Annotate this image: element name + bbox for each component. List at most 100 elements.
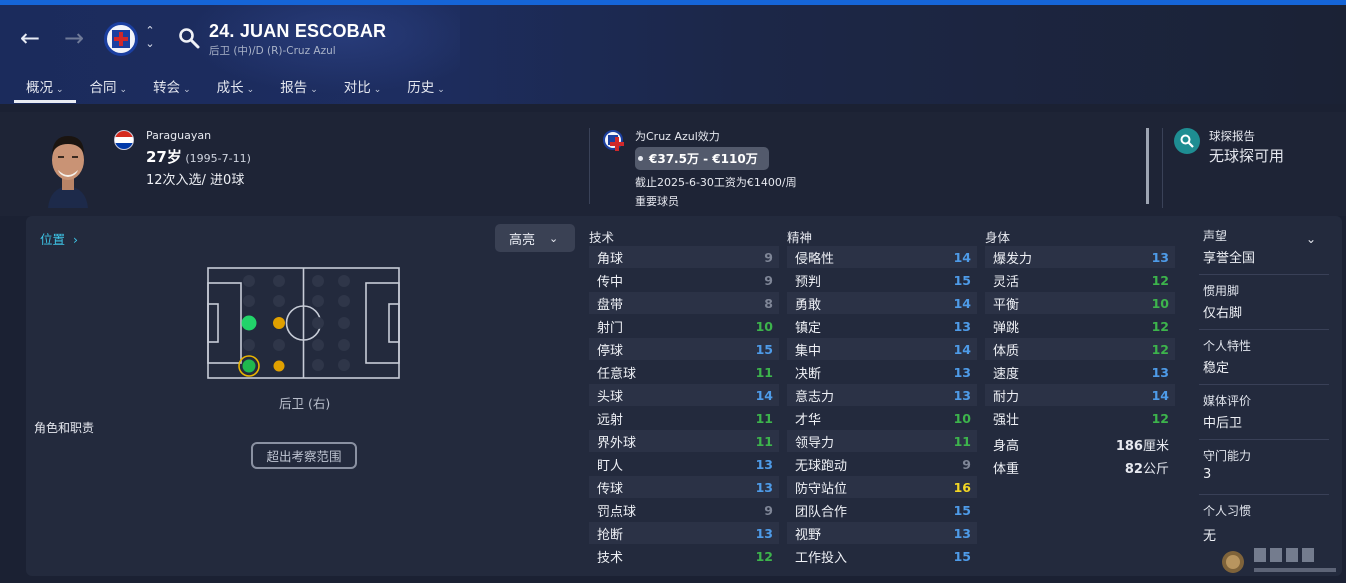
header-bar: ← → ⌃ ⌄ 24. JUAN ESCOBAR 后卫 (中)/D (R)-Cru… bbox=[0, 5, 1346, 104]
attribute-name: 才华 bbox=[795, 412, 822, 428]
media-description-value: 中后卫 bbox=[1203, 416, 1243, 431]
attribute-name: 决断 bbox=[795, 366, 822, 382]
attribute-row[interactable]: 任意球 11 bbox=[589, 361, 779, 383]
goalkeeping-value: 3 bbox=[1203, 467, 1212, 482]
attribute-row[interactable]: 强壮 12 bbox=[985, 407, 1175, 429]
scout-report-title: 球探报告 bbox=[1209, 129, 1255, 143]
player-photo[interactable] bbox=[38, 126, 98, 208]
attribute-row[interactable]: 工作投入 15 bbox=[787, 545, 977, 567]
tab-label: 合同 bbox=[89, 80, 117, 96]
back-arrow-icon[interactable]: ← bbox=[15, 23, 45, 53]
attribute-name: 盘带 bbox=[597, 297, 624, 313]
tab-transfer[interactable]: 转会 ⌄ bbox=[141, 73, 203, 103]
attribute-row[interactable]: 弹跳 12 bbox=[985, 315, 1175, 337]
attribute-row[interactable]: 团队合作 15 bbox=[787, 499, 977, 521]
attribute-row[interactable]: 灵活 12 bbox=[985, 269, 1175, 291]
attribute-value: 14 bbox=[953, 341, 971, 357]
player-info-bar: Paraguayan 27岁 (1995-7-11) 12次入选/ 进0球 为C… bbox=[0, 112, 1346, 216]
attribute-name: 侵略性 bbox=[795, 251, 835, 267]
forward-arrow-icon[interactable]: → bbox=[59, 23, 89, 53]
tab-compare[interactable]: 对比 ⌄ bbox=[332, 73, 394, 103]
attribute-name: 预判 bbox=[795, 274, 822, 290]
attribute-row[interactable]: 停球 15 bbox=[589, 338, 779, 360]
physical-header: 身体 bbox=[985, 230, 1011, 245]
attribute-value: 9 bbox=[962, 456, 971, 472]
tab-overview[interactable]: 概况 ⌄ bbox=[14, 73, 76, 103]
attribute-name: 技术 bbox=[597, 550, 624, 566]
attribute-row[interactable]: 才华 10 bbox=[787, 407, 977, 429]
attribute-row[interactable]: 头球 14 bbox=[589, 384, 779, 406]
attribute-row[interactable]: 侵略性 14 bbox=[787, 246, 977, 268]
attribute-row[interactable]: 勇敢 14 bbox=[787, 292, 977, 314]
position-link[interactable]: 位置 › bbox=[40, 229, 78, 248]
attribute-row[interactable]: 预判 15 bbox=[787, 269, 977, 291]
attribute-name: 角球 bbox=[597, 251, 624, 267]
attribute-row[interactable]: 集中 14 bbox=[787, 338, 977, 360]
attribute-row[interactable]: 平衡 10 bbox=[985, 292, 1175, 314]
chevron-down-icon[interactable]: ⌄ bbox=[1306, 232, 1316, 246]
attribute-row[interactable]: 视野 13 bbox=[787, 522, 977, 544]
attribute-row[interactable]: 界外球 11 bbox=[589, 430, 779, 452]
highlight-dropdown[interactable]: 高亮 ⌄ bbox=[495, 224, 575, 252]
position-role-label: 后卫 (右) bbox=[279, 396, 331, 411]
attribute-row[interactable]: 防守站位 16 bbox=[787, 476, 977, 498]
date-of-birth: (1995-7-11) bbox=[185, 152, 251, 165]
tab-reports[interactable]: 报告 ⌄ bbox=[268, 73, 330, 103]
scout-report-icon[interactable] bbox=[1174, 128, 1200, 154]
attribute-row[interactable]: 体质 12 bbox=[985, 338, 1175, 360]
attribute-row[interactable]: 领导力 11 bbox=[787, 430, 977, 452]
attribute-name: 体质 bbox=[993, 343, 1020, 359]
contract-info: 截止2025-6-30工资为€1400/周 bbox=[635, 176, 797, 189]
club-crest-small-icon bbox=[603, 130, 624, 151]
club-line: 为Cruz Azul效力 bbox=[635, 130, 720, 143]
attribute-row[interactable]: 传中 9 bbox=[589, 269, 779, 291]
height-unit: 厘米 bbox=[1142, 438, 1169, 454]
tab-history[interactable]: 历史 ⌄ bbox=[395, 73, 457, 103]
international-caps: 12次入选/ 进0球 bbox=[146, 173, 245, 188]
weight-number: 82 bbox=[1124, 461, 1143, 477]
attribute-row[interactable]: 速度 13 bbox=[985, 361, 1175, 383]
attribute-row[interactable]: 罚点球 9 bbox=[589, 499, 779, 521]
attribute-name: 勇敢 bbox=[795, 297, 822, 313]
out-of-scout-range-button[interactable]: 超出考察范围 bbox=[251, 442, 357, 469]
attribute-name: 防守站位 bbox=[795, 481, 848, 497]
attribute-name: 抢断 bbox=[597, 527, 624, 543]
attribute-row[interactable]: 无球跑动 9 bbox=[787, 453, 977, 475]
attribute-row[interactable]: 抢断 13 bbox=[589, 522, 779, 544]
club-crest-icon[interactable] bbox=[104, 22, 138, 56]
attribute-row[interactable]: 射门 10 bbox=[589, 315, 779, 337]
divider bbox=[1199, 384, 1329, 385]
attribute-row[interactable]: 决断 13 bbox=[787, 361, 977, 383]
attribute-row[interactable]: 爆发力 13 bbox=[985, 246, 1175, 268]
position-pitch-diagram[interactable] bbox=[207, 267, 400, 379]
attribute-value: 13 bbox=[755, 479, 773, 495]
attribute-row[interactable]: 角球 9 bbox=[589, 246, 779, 268]
technical-header: 技术 bbox=[589, 230, 615, 245]
attribute-value: 13 bbox=[953, 387, 971, 403]
attribute-row[interactable]: 镇定 13 bbox=[787, 315, 977, 337]
chevron-down-icon: ⌄ bbox=[246, 85, 255, 95]
attribute-row[interactable]: 盯人 13 bbox=[589, 453, 779, 475]
attribute-value: 13 bbox=[1151, 249, 1169, 265]
attribute-row[interactable]: 盘带 8 bbox=[589, 292, 779, 314]
attribute-row[interactable]: 技术 12 bbox=[589, 545, 779, 567]
chevron-down-icon: ⌄ bbox=[310, 85, 318, 95]
attribute-row[interactable]: 意志力 13 bbox=[787, 384, 977, 406]
attribute-value: 8 bbox=[764, 295, 773, 311]
tab-label: 历史 bbox=[407, 80, 435, 96]
attribute-value: 14 bbox=[755, 387, 773, 403]
scrollbar-handle[interactable] bbox=[1146, 128, 1149, 204]
attribute-row[interactable]: 耐力 14 bbox=[985, 384, 1175, 406]
attribute-row[interactable]: 传球 13 bbox=[589, 476, 779, 498]
attribute-value: 15 bbox=[755, 341, 773, 357]
tab-contract[interactable]: 合同 ⌄ bbox=[78, 73, 140, 103]
attribute-value: 13 bbox=[755, 456, 773, 472]
tab-label: 概况 bbox=[26, 80, 53, 96]
attribute-name: 爆发力 bbox=[993, 251, 1033, 267]
player-cycle-updown-icon[interactable]: ⌃ ⌄ bbox=[143, 24, 157, 54]
attribute-row[interactable]: 远射 11 bbox=[589, 407, 779, 429]
value-range-pill[interactable]: €37.5万 - €110万 bbox=[635, 147, 769, 170]
search-icon[interactable] bbox=[178, 27, 200, 49]
attribute-value: 12 bbox=[1151, 272, 1169, 288]
tab-development[interactable]: 成长 ⌄ bbox=[205, 73, 267, 103]
